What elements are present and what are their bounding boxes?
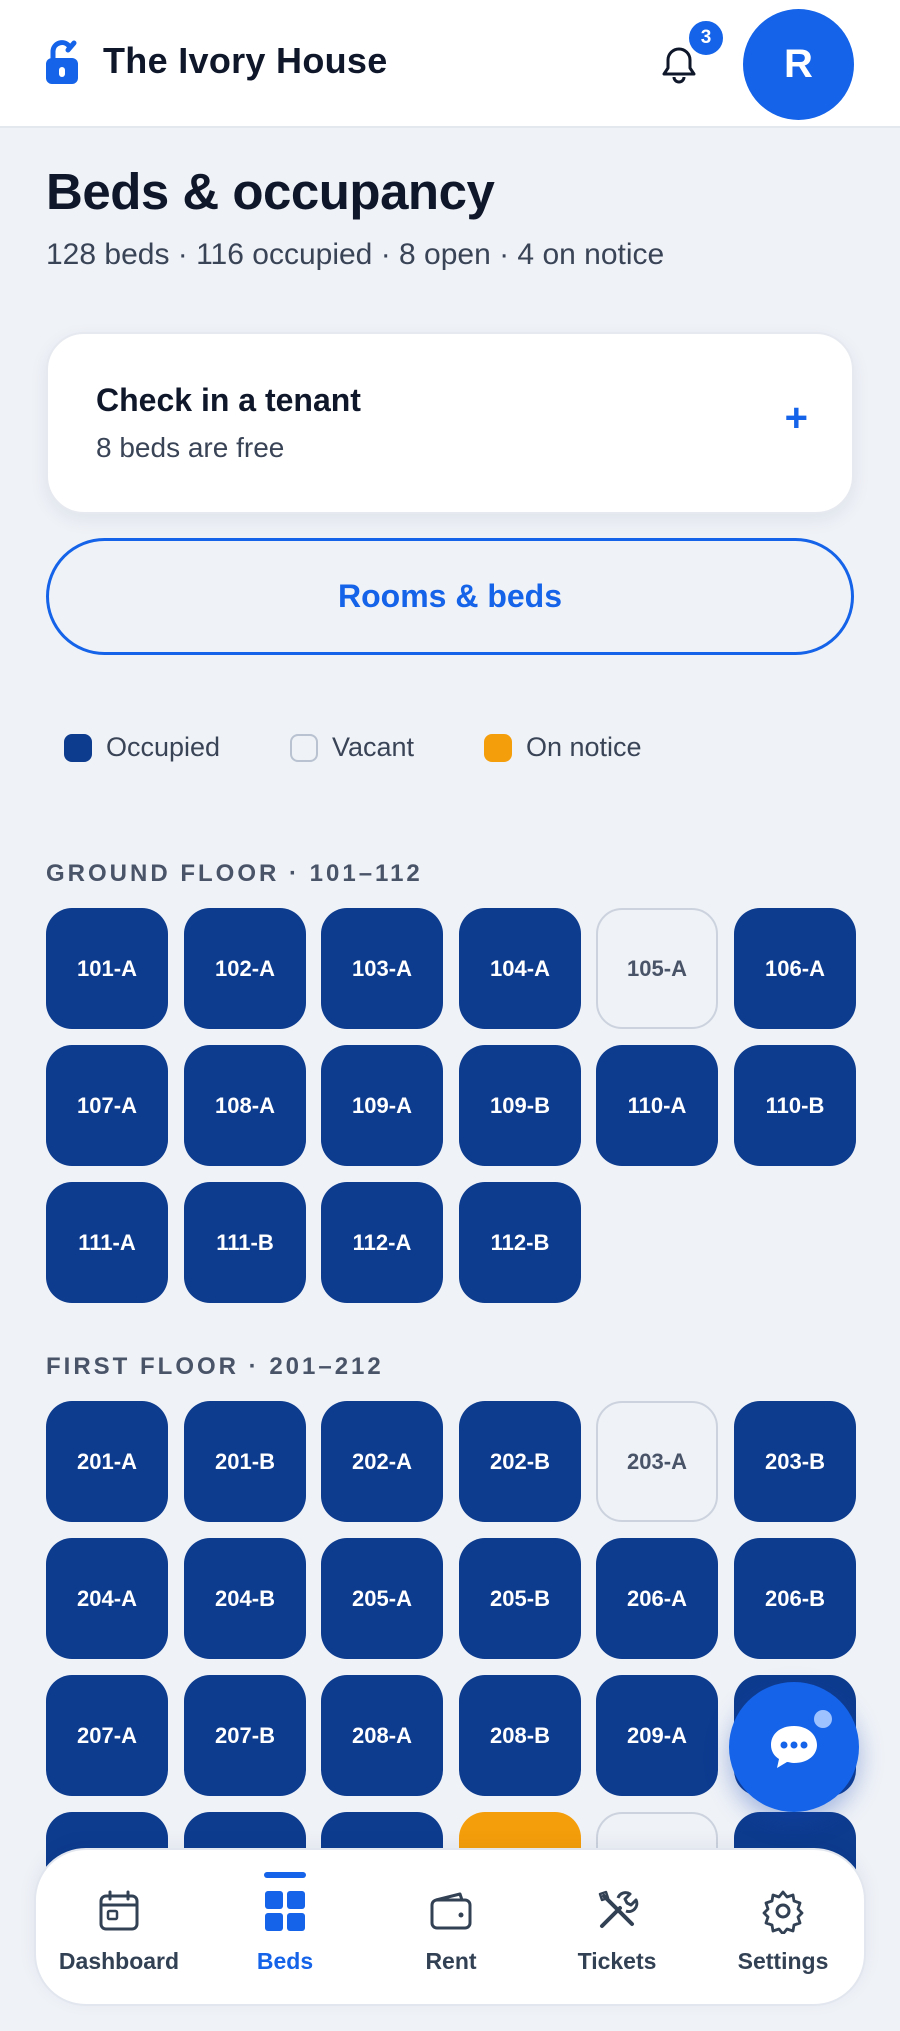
rooms-and-beds-button[interactable]: Rooms & beds — [46, 538, 854, 655]
bed-tile[interactable]: 203-A — [596, 1401, 718, 1522]
avatar[interactable]: R — [743, 9, 854, 120]
nav-label: Beds — [256, 1948, 314, 1974]
bed-tile[interactable]: 108-A — [184, 1045, 306, 1166]
bed-tile[interactable]: 103-A — [321, 908, 443, 1029]
nav-item-dashboard[interactable]: Dashboard — [36, 1850, 202, 2008]
bed-tile[interactable]: 105-A — [596, 908, 718, 1029]
notification-badge: 3 — [686, 18, 726, 58]
bed-tile[interactable]: 202-A — [321, 1401, 443, 1522]
legend-label: Occupied — [106, 732, 221, 762]
bed-tile[interactable]: 203-B — [734, 1401, 856, 1522]
bottom-navigation: Dashboard Beds Rent Tickets Settings — [34, 1848, 866, 2006]
bed-tile[interactable]: 111-A — [46, 1182, 168, 1303]
floor-label-ground: GROUND FLOOR · 101–112 — [46, 860, 423, 887]
legend-item-occupied: Occupied — [64, 732, 220, 763]
bed-tile[interactable]: 201-A — [46, 1401, 168, 1522]
nav-label: Settings — [737, 1948, 829, 1974]
bed-tile[interactable]: 205-B — [459, 1538, 581, 1659]
bed-tile[interactable]: 102-A — [184, 908, 306, 1029]
bed-tile[interactable]: 107-A — [46, 1045, 168, 1166]
bed-tile[interactable]: 208-B — [459, 1675, 581, 1796]
nav-label: Rent — [425, 1948, 477, 1974]
page-subtitle: 128 beds · 116 occupied · 8 open · 4 on … — [46, 238, 665, 271]
unread-dot — [814, 1710, 832, 1728]
bed-tile[interactable]: 112-B — [459, 1182, 581, 1303]
nav-item-rent[interactable]: Rent — [368, 1850, 534, 2008]
app-name: The Ivory House — [103, 40, 388, 81]
occupied-swatch — [64, 733, 92, 762]
bed-grid-first-floor: 201-A 201-B 202-A 202-B 203-A 203-B 204-A 204-B… — [46, 1401, 856, 1933]
nav-item-tickets[interactable]: Tickets — [534, 1850, 700, 2008]
bed-tile[interactable]: 112-A — [321, 1182, 443, 1303]
floor-label-first: FIRST FLOOR · 201–212 — [46, 1353, 384, 1380]
grid-icon — [265, 1891, 305, 1931]
bed-tile[interactable]: 209-A — [596, 1675, 718, 1796]
nav-item-beds[interactable]: Beds — [202, 1850, 368, 2008]
calendar-icon — [99, 1890, 139, 1931]
bed-tile[interactable]: 207-B — [184, 1675, 306, 1796]
chat-bubble-icon — [771, 1726, 817, 1768]
bed-tile[interactable]: 205-A — [321, 1538, 443, 1659]
active-indicator — [264, 1872, 306, 1878]
plus-icon[interactable]: + — [785, 396, 808, 441]
check-in-tenant-card[interactable]: Check in a tenant 8 beds are free + — [46, 332, 854, 514]
lock-icon — [46, 40, 78, 84]
bed-tile[interactable]: 207-A — [46, 1675, 168, 1796]
bed-tile[interactable]: 110-A — [596, 1045, 718, 1166]
bed-grid-ground-floor: 101-A 102-A 103-A 104-A 105-A 106-A 107-A 108-A… — [46, 908, 856, 1308]
bed-tile[interactable]: 110-B — [734, 1045, 856, 1166]
bed-tile[interactable]: 101-A — [46, 908, 168, 1029]
bed-tile[interactable]: 204-A — [46, 1538, 168, 1659]
bed-tile[interactable]: 206-B — [734, 1538, 856, 1659]
nav-label: Dashboard — [58, 1948, 180, 1974]
bed-tile[interactable]: 206-A — [596, 1538, 718, 1659]
tools-icon — [598, 1890, 639, 1928]
bed-tile[interactable]: 109-A — [321, 1045, 443, 1166]
legend-item-on-notice: On notice — [484, 732, 642, 763]
legend-label: Vacant — [332, 732, 415, 762]
gear-icon — [762, 1890, 804, 1934]
bed-tile[interactable]: 208-A — [321, 1675, 443, 1796]
nav-label: Tickets — [577, 1948, 657, 1974]
notice-swatch — [484, 733, 512, 762]
legend-item-vacant: Vacant — [290, 732, 414, 763]
legend-label: On notice — [526, 732, 642, 762]
wallet-icon — [430, 1892, 472, 1930]
bed-tile[interactable]: 202-B — [459, 1401, 581, 1522]
bed-tile[interactable]: 201-B — [184, 1401, 306, 1522]
bed-tile[interactable]: 106-A — [734, 908, 856, 1029]
bed-tile[interactable]: 109-B — [459, 1045, 581, 1166]
app-header: The Ivory House 3 R — [0, 0, 900, 128]
nav-item-settings[interactable]: Settings — [700, 1850, 866, 2008]
check-in-title: Check in a tenant — [96, 382, 361, 418]
page-title: Beds & occupancy — [46, 163, 495, 220]
check-in-subtitle: 8 beds are free — [96, 432, 285, 463]
chat-button[interactable] — [729, 1682, 859, 1812]
bed-tile[interactable]: 104-A — [459, 908, 581, 1029]
bed-tile[interactable]: 111-B — [184, 1182, 306, 1303]
vacant-swatch — [290, 733, 318, 762]
bed-tile[interactable]: 204-B — [184, 1538, 306, 1659]
